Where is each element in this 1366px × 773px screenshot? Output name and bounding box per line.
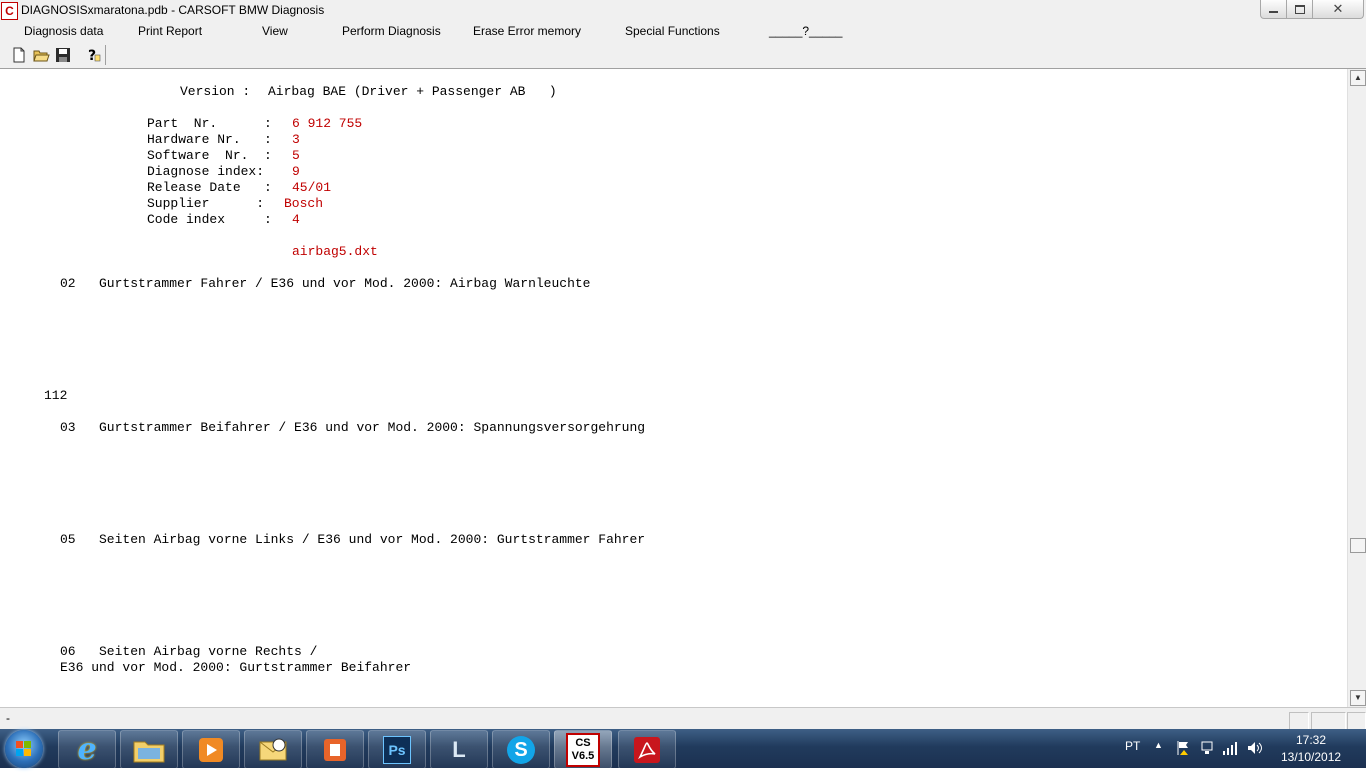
field-value: 4 bbox=[292, 212, 300, 227]
taskbar-media-player[interactable] bbox=[182, 730, 240, 769]
field-value: 6 912 755 bbox=[292, 116, 363, 131]
menu-diagnosis-data[interactable]: Diagnosis data bbox=[24, 24, 103, 38]
windows-logo-icon bbox=[16, 741, 31, 756]
taskbar-outlook[interactable] bbox=[244, 730, 302, 769]
network-app-icon: L bbox=[452, 736, 466, 762]
field-value: 5 bbox=[292, 148, 300, 163]
close-icon: ✕ bbox=[1332, 1, 1344, 17]
fault-text: Seiten Airbag vorne Rechts / bbox=[99, 644, 318, 659]
status-panel bbox=[1347, 712, 1366, 730]
taskbar-acrobat[interactable] bbox=[618, 730, 676, 769]
new-document-icon[interactable] bbox=[10, 46, 28, 64]
mail-clock-icon bbox=[259, 738, 287, 760]
field-value: Bosch bbox=[284, 196, 324, 211]
save-disk-icon[interactable] bbox=[54, 46, 72, 64]
menu-perform-diagnosis[interactable]: Perform Diagnosis bbox=[342, 24, 441, 38]
minimize-icon bbox=[1269, 11, 1278, 13]
version-label: Version : bbox=[180, 84, 251, 99]
scroll-down-icon[interactable]: ▼ bbox=[1350, 690, 1366, 706]
status-text: - bbox=[6, 711, 10, 725]
carsoft-icon: CS V6.5 bbox=[566, 732, 600, 767]
fault-text: Gurtstrammer Beifahrer / E36 und vor Mod… bbox=[99, 420, 646, 435]
open-folder-icon[interactable] bbox=[32, 46, 50, 64]
show-hidden-icons-icon[interactable]: ▲ bbox=[1154, 740, 1163, 750]
carsoft-icon-line1: CS bbox=[575, 736, 591, 749]
taskbar-internet-explorer[interactable]: e bbox=[58, 730, 116, 769]
fault-code: 03 bbox=[60, 420, 76, 435]
fault-code: 05 bbox=[60, 532, 76, 547]
field-value: 45/01 bbox=[292, 180, 332, 195]
status-panel bbox=[1289, 712, 1309, 730]
language-indicator[interactable]: PT bbox=[1125, 739, 1140, 753]
menu-special-functions[interactable]: Special Functions bbox=[625, 24, 720, 38]
toolbar-separator bbox=[105, 45, 106, 65]
title-bar: C DIAGNOSISxmaratona.pdb - CARSOFT BMW D… bbox=[0, 0, 1366, 22]
internet-explorer-icon: e bbox=[77, 732, 97, 767]
scroll-thumb[interactable] bbox=[1350, 538, 1366, 553]
menu-erase-error-memory[interactable]: Erase Error memory bbox=[473, 24, 581, 38]
carsoft-app-icon[interactable]: C bbox=[1, 2, 18, 20]
fault-text: Seiten Airbag vorne Links / E36 und vor … bbox=[99, 532, 646, 547]
menu-help[interactable]: _____?_____ bbox=[769, 24, 842, 38]
field-label: Diagnose index: bbox=[147, 164, 265, 179]
signal-bars-icon[interactable] bbox=[1222, 740, 1238, 759]
photoshop-icon: Ps bbox=[383, 735, 411, 764]
taskbar-skype[interactable]: S bbox=[492, 730, 550, 769]
menu-print-report[interactable]: Print Report bbox=[138, 24, 202, 38]
window-title: DIAGNOSISxmaratona.pdb - CARSOFT BMW Dia… bbox=[21, 3, 325, 17]
fault-text-continued: E36 und vor Mod. 2000: Gurtstrammer Beif… bbox=[60, 660, 412, 675]
minimize-button[interactable] bbox=[1260, 0, 1287, 19]
clock-date[interactable]: 13/10/2012 bbox=[1281, 750, 1341, 764]
windows-taskbar: e Ps L S CS V6.5 PT ▲ 17:32 13/10/2012 bbox=[0, 729, 1366, 769]
acrobat-icon bbox=[634, 736, 660, 763]
network-device-icon[interactable] bbox=[1200, 740, 1214, 759]
carsoft-icon-line2: V6.5 bbox=[571, 749, 595, 762]
skype-icon: S bbox=[507, 735, 535, 764]
report-view[interactable]: Version : Airbag BAE (Driver + Passenger… bbox=[0, 69, 1347, 707]
volume-icon[interactable] bbox=[1246, 740, 1264, 759]
toolbar: ? bbox=[0, 42, 1366, 69]
field-label: Release Date : bbox=[147, 180, 272, 195]
field-label: Hardware Nr. : bbox=[147, 132, 272, 147]
maximize-button[interactable] bbox=[1286, 0, 1313, 19]
vertical-scrollbar[interactable]: ▲ ▼ bbox=[1347, 69, 1366, 707]
field-value: 9 bbox=[292, 164, 300, 179]
office-icon bbox=[324, 738, 346, 761]
menu-view[interactable]: View bbox=[262, 24, 288, 38]
folder-icon bbox=[133, 741, 165, 762]
version-value: Airbag BAE (Driver + Passenger AB ) bbox=[268, 84, 557, 99]
help-icon[interactable]: ? bbox=[84, 46, 102, 64]
scroll-up-icon[interactable]: ▲ bbox=[1350, 70, 1366, 86]
taskbar-file-explorer[interactable] bbox=[120, 730, 178, 769]
field-value: 3 bbox=[292, 132, 300, 147]
fault-text: Gurtstrammer Fahrer / E36 und vor Mod. 2… bbox=[99, 276, 591, 291]
fault-code: 02 bbox=[60, 276, 76, 291]
taskbar-app-l[interactable]: L bbox=[430, 730, 488, 769]
status-bar: - bbox=[0, 707, 1366, 730]
media-player-icon bbox=[199, 737, 223, 762]
status-panel bbox=[1311, 712, 1346, 730]
fault-code: 06 bbox=[60, 644, 76, 659]
taskbar-photoshop[interactable]: Ps bbox=[368, 730, 426, 769]
field-label: Supplier : bbox=[147, 196, 265, 211]
taskbar-office[interactable] bbox=[306, 730, 364, 769]
clock-time[interactable]: 17:32 bbox=[1296, 733, 1326, 747]
close-button[interactable]: ✕ bbox=[1312, 0, 1364, 19]
field-label: Code index : bbox=[147, 212, 272, 227]
start-button[interactable] bbox=[5, 730, 43, 768]
field-label: Part Nr. : bbox=[147, 116, 272, 131]
restore-icon bbox=[1294, 4, 1305, 14]
field-label: Software Nr. : bbox=[147, 148, 272, 163]
action-center-flag-icon[interactable] bbox=[1176, 740, 1190, 759]
taskbar-carsoft[interactable]: CS V6.5 bbox=[554, 730, 612, 769]
count-value: 112 bbox=[44, 388, 68, 403]
menu-bar: Diagnosis data Print Report View Perform… bbox=[0, 21, 1366, 42]
file-name: airbag5.dxt bbox=[292, 244, 378, 259]
